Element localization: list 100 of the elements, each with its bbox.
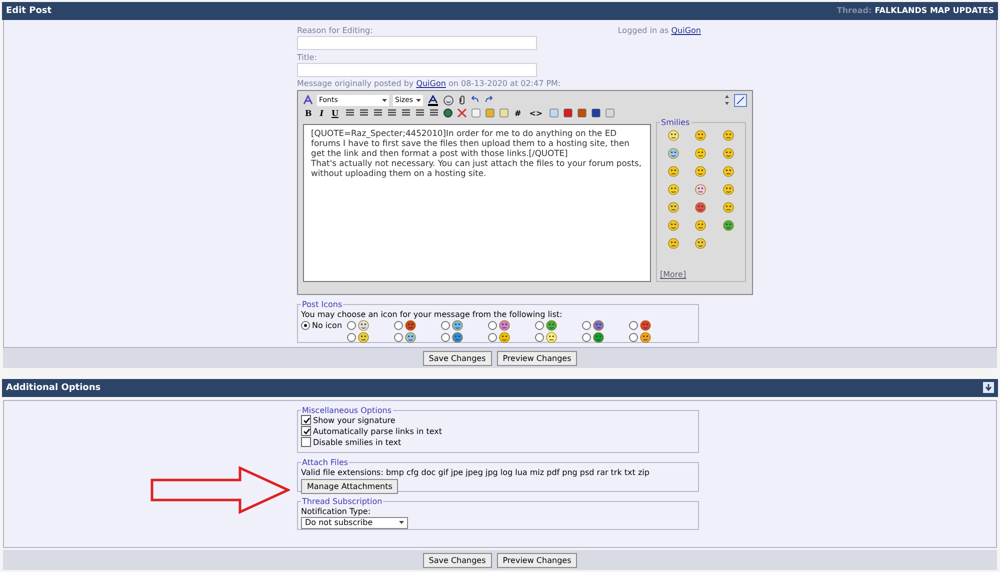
format-button[interactable]: B — [303, 108, 314, 118]
smiley-icon[interactable] — [668, 238, 680, 249]
smiley-icon[interactable] — [722, 166, 734, 177]
paperclip-icon[interactable] — [458, 95, 466, 106]
action-button[interactable]: Save Changes — [422, 350, 492, 366]
field-label: Reason for Editing: — [297, 26, 374, 36]
message-textarea[interactable]: [QUOTE=Raz_Specter;4452010]In order for me to do anything on the ED forums I have to first save the files then upload them to a hosting site, then get the link and then format a post with those links.[/QUOTE] That's actually not necessary. You can just attach the files to your forum posts, without uploading them on a hosting site. — [303, 124, 651, 282]
smiley-icon[interactable] — [695, 238, 706, 249]
logged-in-text: Logged in as QuiGon — [618, 26, 701, 37]
code-button[interactable]: <> — [527, 108, 545, 118]
radio-button[interactable] — [535, 332, 544, 342]
smiley-icon[interactable] — [443, 94, 454, 106]
fieldset-title: Thread Subscription — [301, 496, 384, 506]
smiley-icon[interactable] — [695, 148, 706, 159]
radio-button[interactable] — [394, 320, 403, 330]
radio-button[interactable] — [488, 332, 497, 342]
radio-button[interactable] — [582, 320, 591, 330]
action-button[interactable]: Preview Changes — [496, 350, 578, 366]
field-label: Title: — [297, 52, 318, 63]
radio-button[interactable] — [394, 332, 403, 342]
user-link[interactable]: QuiGon — [671, 26, 701, 35]
post-icon[interactable] — [546, 332, 557, 343]
smiley-icon[interactable] — [668, 148, 680, 159]
notification-select[interactable]: Do not subscribe — [301, 516, 408, 529]
thread-label: Thread: — [836, 6, 872, 16]
radio-button[interactable] — [629, 320, 638, 330]
thread-name: FALKLANDS MAP UPDATES — [874, 6, 994, 16]
post-icon[interactable] — [452, 320, 463, 331]
format-button[interactable]: I — [318, 108, 326, 118]
format-button[interactable]: U — [330, 108, 340, 118]
smiley-icon[interactable] — [722, 202, 734, 213]
radio-button[interactable] — [441, 320, 450, 330]
checkbox[interactable] — [301, 415, 311, 426]
radio-button[interactable] — [629, 332, 638, 342]
align-left-icon[interactable] — [344, 108, 354, 118]
radio-button[interactable] — [301, 320, 310, 330]
smilies-title: Smilies — [660, 118, 691, 127]
smiley-icon[interactable] — [695, 166, 706, 177]
radio-button[interactable] — [488, 320, 497, 330]
user-link[interactable]: QuiGon — [416, 78, 446, 88]
smiley-icon[interactable] — [668, 166, 680, 177]
collapse-icon[interactable] — [983, 382, 994, 394]
smiley-icon[interactable] — [695, 220, 706, 231]
more-link[interactable]: [More] — [660, 270, 742, 279]
post-icon[interactable] — [640, 320, 651, 331]
caret-icon — [382, 98, 387, 102]
section-title: Additional Options — [6, 382, 101, 393]
post-icon[interactable] — [640, 332, 651, 343]
text-color-icon[interactable] — [427, 94, 439, 106]
radio-button[interactable] — [347, 332, 356, 342]
hash-button[interactable]: # — [512, 108, 524, 118]
unlink-icon[interactable] — [456, 108, 466, 118]
radio-button[interactable] — [441, 332, 450, 342]
caret-icon — [416, 98, 421, 102]
smiley-icon[interactable] — [668, 220, 680, 231]
action-button[interactable]: Preview Changes — [496, 552, 578, 568]
checkbox-label: Disable smilies in text — [313, 436, 402, 448]
radio-button[interactable] — [582, 332, 591, 342]
fieldset-title: Attach Files — [301, 458, 350, 467]
radio-button[interactable] — [347, 320, 356, 330]
post-icon[interactable] — [499, 320, 510, 331]
smiley-icon[interactable] — [722, 148, 734, 159]
resize-icon[interactable] — [724, 94, 730, 106]
checkbox[interactable] — [301, 437, 311, 448]
caret-icon — [399, 521, 404, 524]
instruction-text: You may choose an icon for your message from the following list: — [301, 308, 564, 320]
post-icon[interactable] — [405, 332, 416, 343]
input-field[interactable] — [297, 62, 537, 77]
field-label: Notification Type: — [301, 506, 372, 517]
smiley-icon[interactable] — [668, 184, 680, 195]
radio-label: No icon — [312, 320, 342, 331]
smiley-icon[interactable] — [668, 202, 680, 213]
input-field[interactable] — [297, 36, 537, 50]
smiley-icon[interactable] — [668, 130, 680, 141]
smiley-icon[interactable] — [695, 202, 706, 213]
post-icon[interactable] — [546, 320, 557, 331]
text-direction-icon[interactable] — [734, 94, 747, 107]
post-icon[interactable] — [358, 332, 369, 343]
smiley-icon[interactable] — [722, 130, 734, 141]
post-icon[interactable] — [593, 320, 604, 331]
smiley-icon[interactable] — [722, 220, 734, 231]
original-post-note: Message originally posted by QuiGon on 08-13-2020 at 02:47 PM: — [297, 78, 562, 89]
checkbox-label: Automatically parse links in text — [313, 426, 442, 437]
box-icon[interactable] — [604, 108, 615, 118]
smiley-icon[interactable] — [695, 130, 706, 141]
checkbox[interactable] — [301, 426, 311, 436]
checkbox-label: Show your signature — [313, 415, 396, 426]
action-button[interactable]: Save Changes — [422, 552, 492, 568]
post-icon[interactable] — [452, 332, 463, 343]
radio-button[interactable] — [535, 320, 544, 330]
post-icon[interactable] — [593, 332, 604, 343]
font-style-icon[interactable] — [303, 95, 313, 106]
extensions-text: Valid file extensions: bmp cfg doc gif jpe jpeg jpg log lua miz pdf png psd rar trk txt zip — [301, 466, 650, 478]
manage-attachments-button[interactable]: Manage Attachments — [301, 478, 398, 494]
fieldset-title: Miscellaneous Options — [301, 406, 392, 415]
post-icon[interactable] — [358, 320, 369, 331]
post-icon[interactable] — [405, 320, 416, 331]
smiley-icon[interactable] — [722, 184, 734, 195]
post-icon[interactable] — [499, 332, 510, 343]
smiley-icon[interactable] — [695, 184, 706, 195]
